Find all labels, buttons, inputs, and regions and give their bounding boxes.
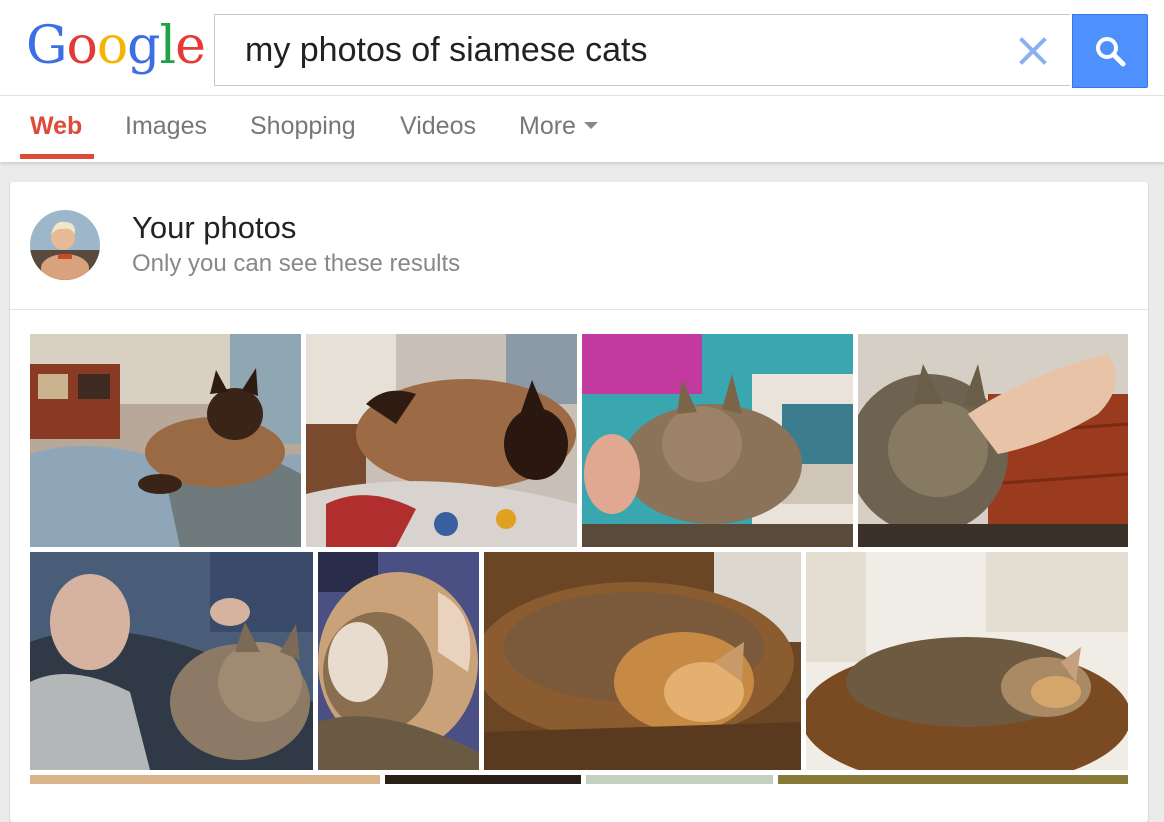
google-logo[interactable]: Google [26,16,206,76]
siamese-cat-photo [30,334,301,547]
sleeping-tabby-cat-photo [484,552,801,770]
user-avatar[interactable] [30,210,100,280]
search-icon [1096,37,1126,67]
photo-thumbnail[interactable] [30,334,301,547]
tab-images[interactable]: Images [125,96,207,162]
close-icon [1019,37,1047,65]
logo-letter: l [159,16,176,76]
logo-letter: o [66,16,98,76]
card-header: Your photos Only you can see these resul… [10,182,1148,310]
tab-more-label: More [519,112,576,140]
photo-thumbnail[interactable] [582,334,853,547]
woman-with-cat-photo [30,552,313,770]
photo-thumbnail[interactable] [484,552,801,770]
search-button[interactable] [1072,14,1148,88]
photo-thumbnail[interactable] [778,775,1128,784]
tabby-cat-photo [858,334,1128,547]
tab-shopping[interactable]: Shopping [250,96,356,162]
photo-thumbnail[interactable] [858,334,1128,547]
logo-letter: g [127,16,160,76]
tab-videos[interactable]: Videos [400,96,476,162]
search-query-text[interactable]: my photos of siamese cats [245,28,648,72]
tab-more[interactable]: More [519,96,598,162]
photo-thumbnail[interactable] [586,775,773,784]
avatar-icon [30,210,100,280]
card-subtitle: Only you can see these results [132,250,461,277]
photo-thumbnail[interactable] [385,775,581,784]
search-input[interactable]: my photos of siamese cats [214,14,1070,86]
curled-tabby-cat-photo [806,552,1128,770]
photo-thumbnail[interactable] [806,552,1128,770]
search-tabs: Web Images Shopping Videos More [0,95,1164,162]
active-tab-indicator [20,154,94,159]
photo-thumbnail[interactable] [30,775,380,784]
photo-thumbnail[interactable] [30,552,313,770]
siamese-cat-photo [306,334,577,547]
top-bar: Google my photos of siamese cats [0,0,1164,95]
tabby-cat-photo [582,334,853,547]
sleeping-cat-photo [318,552,479,770]
logo-letter: G [26,16,68,76]
card-title: Your photos [132,210,297,245]
photo-thumbnail[interactable] [318,552,479,770]
logo-letter: o [96,16,128,76]
logo-letter: e [175,16,206,76]
tab-web[interactable]: Web [30,96,82,162]
clear-search-button[interactable] [1013,31,1053,71]
chevron-down-icon [583,121,598,129]
photo-thumbnail[interactable] [306,334,577,547]
